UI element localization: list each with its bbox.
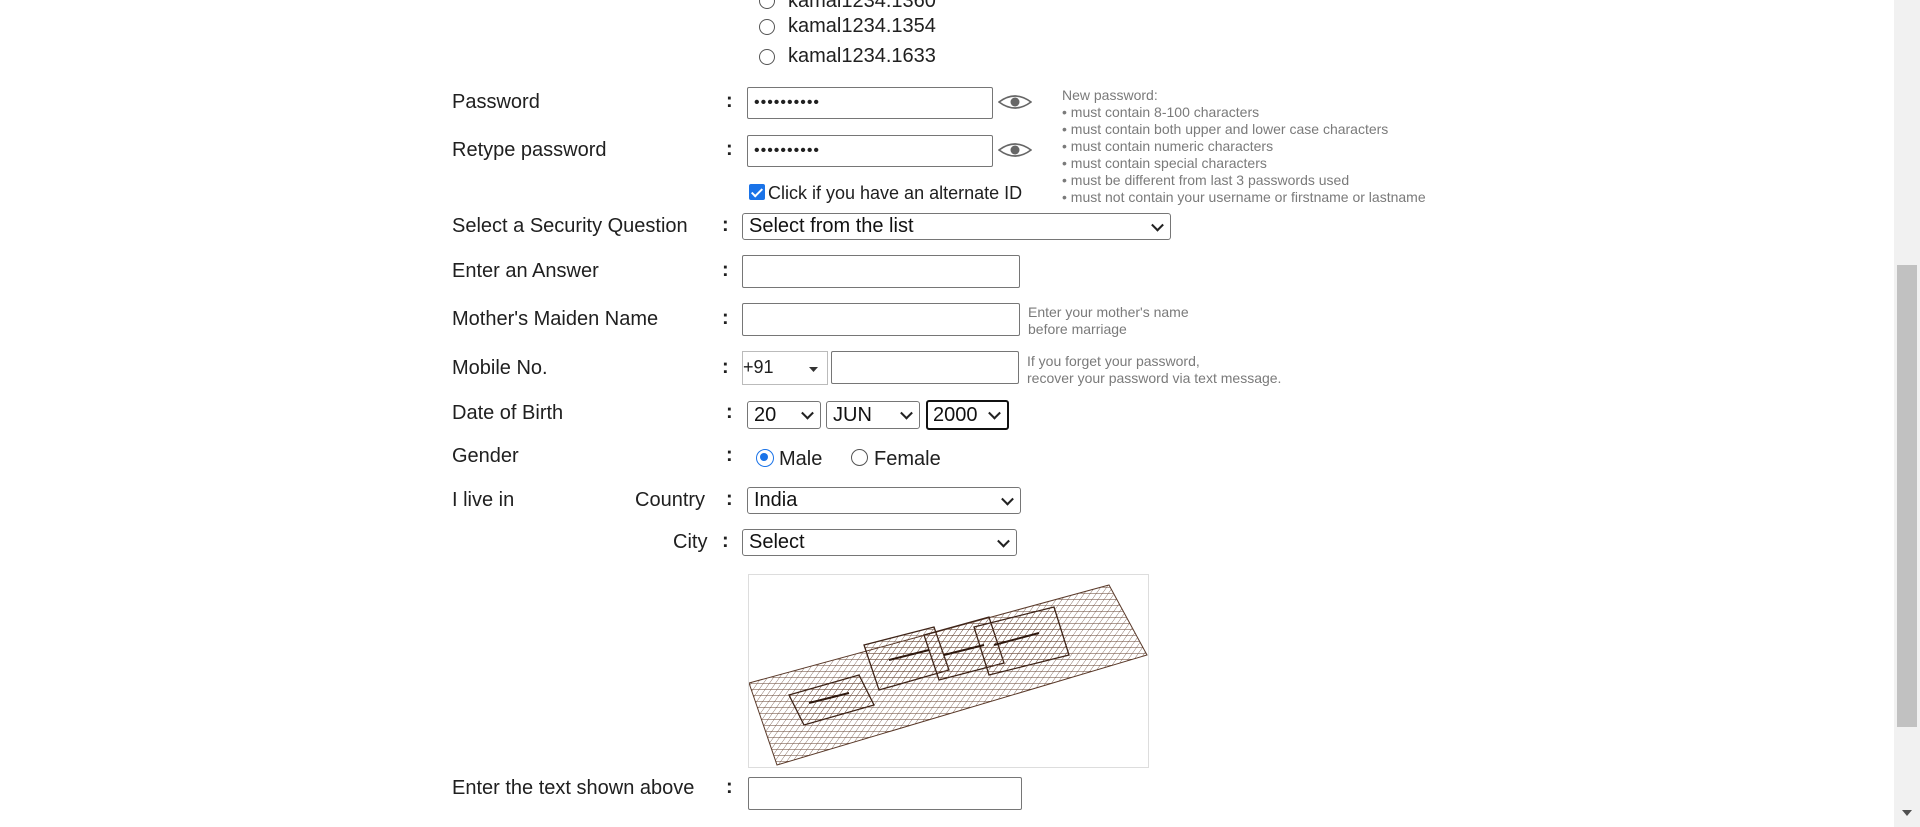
security-question-selected: Select from the list	[749, 215, 914, 237]
retype-password-colon: :	[726, 138, 733, 160]
dob-year-select[interactable]: 2000	[926, 400, 1009, 430]
captcha-image	[748, 574, 1149, 768]
dob-year-value: 2000	[933, 403, 978, 426]
security-question-colon: :	[722, 214, 729, 236]
maiden-name-hint-line: Enter your mother's name	[1028, 304, 1189, 320]
mobile-hint-line: recover your password via text message.	[1027, 370, 1282, 386]
dob-day-select[interactable]: 20	[747, 401, 821, 429]
mobile-colon: :	[722, 356, 729, 378]
username-option-radio-2[interactable]	[759, 19, 775, 35]
answer-input[interactable]	[742, 255, 1020, 288]
security-question-select[interactable]: Select from the list	[742, 213, 1171, 240]
captcha-mesh-graphic	[749, 584, 1148, 766]
username-option-label-1: kamal1234.1360	[788, 0, 936, 12]
chevron-down-icon	[809, 367, 818, 372]
gender-female-label: Female	[874, 448, 941, 470]
country-code-select[interactable]: +91	[742, 351, 828, 385]
maiden-name-hint-line: before marriage	[1028, 321, 1127, 337]
eye-icon[interactable]	[998, 94, 1032, 110]
eye-icon[interactable]	[998, 142, 1032, 158]
security-question-label: Select a Security Question	[452, 215, 688, 237]
city-label: City	[673, 531, 708, 553]
alternate-id-checkbox[interactable]	[749, 184, 765, 200]
mobile-number-input[interactable]	[831, 351, 1019, 384]
gender-male-label: Male	[779, 448, 823, 470]
dob-day-value: 20	[754, 403, 777, 426]
scrollbar-thumb[interactable]	[1897, 265, 1917, 727]
answer-colon: :	[722, 259, 729, 281]
chevron-down-icon	[988, 406, 1001, 420]
username-option-label-3: kamal1234.1633	[788, 45, 936, 67]
registration-form-page: kamal1234.1360 kamal1234.1354 kamal1234.…	[0, 0, 1920, 827]
country-value: India	[754, 489, 798, 511]
password-colon: :	[726, 90, 733, 112]
username-option-radio-1[interactable]	[759, 0, 775, 9]
captcha-input[interactable]	[748, 777, 1022, 810]
country-label: Country	[635, 489, 706, 511]
password-rules: New password: • must contain 8-100 chara…	[1062, 87, 1426, 206]
captcha-label: Enter the text shown above	[452, 777, 695, 799]
dob-month-select[interactable]: JUN	[826, 401, 920, 429]
password-rule: • must contain numeric characters	[1062, 138, 1274, 154]
dob-month-value: JUN	[833, 403, 872, 426]
gender-label: Gender	[452, 445, 519, 467]
maiden-name-hint: Enter your mother's name before marriage	[1028, 304, 1189, 338]
scroll-down-arrow-icon[interactable]	[1902, 810, 1912, 817]
password-rule: • must be different from last 3 password…	[1062, 172, 1350, 188]
password-label: Password	[452, 91, 540, 113]
password-rules-title: New password:	[1062, 87, 1158, 103]
chevron-down-icon	[900, 406, 913, 420]
password-input[interactable]: ••••••••••	[747, 87, 993, 119]
city-select[interactable]: Select	[742, 529, 1017, 556]
mobile-label: Mobile No.	[452, 357, 548, 379]
chevron-down-icon	[1001, 492, 1014, 506]
maiden-name-input[interactable]	[742, 303, 1020, 336]
dob-label: Date of Birth	[452, 402, 564, 424]
password-rule: • must contain special characters	[1062, 155, 1267, 171]
password-rule: • must contain 8-100 characters	[1062, 104, 1260, 120]
chevron-down-icon	[801, 406, 814, 420]
mobile-hint: If you forget your password, recover you…	[1027, 353, 1281, 387]
password-rule: • must contain both upper and lower case…	[1062, 121, 1389, 137]
retype-password-label: Retype password	[452, 139, 607, 161]
captcha-colon: :	[726, 776, 733, 798]
alternate-id-label: Click if you have an alternate ID	[768, 183, 1023, 203]
city-value: Select	[749, 531, 805, 553]
chevron-down-icon	[997, 534, 1010, 548]
retype-password-input[interactable]: ••••••••••	[747, 135, 993, 167]
answer-label: Enter an Answer	[452, 260, 599, 282]
gender-male-radio[interactable]	[756, 449, 774, 467]
gender-female-radio[interactable]	[851, 449, 868, 466]
password-rule: • must not contain your username or firs…	[1062, 189, 1426, 205]
chevron-down-icon	[1151, 218, 1164, 232]
username-option-radio-3[interactable]	[759, 49, 775, 65]
maiden-name-colon: :	[722, 307, 729, 329]
maiden-name-label: Mother's Maiden Name	[452, 308, 659, 330]
username-option-label-2: kamal1234.1354	[788, 15, 936, 37]
country-select[interactable]: India	[747, 487, 1021, 514]
dob-colon: :	[726, 401, 733, 423]
gender-colon: :	[726, 444, 733, 466]
country-code-value: +91	[743, 357, 774, 377]
city-colon: :	[722, 530, 729, 552]
country-colon: :	[726, 488, 733, 510]
vertical-scrollbar[interactable]	[1894, 0, 1920, 827]
mobile-hint-line: If you forget your password,	[1027, 353, 1200, 369]
live-in-label: I live in	[452, 489, 515, 511]
